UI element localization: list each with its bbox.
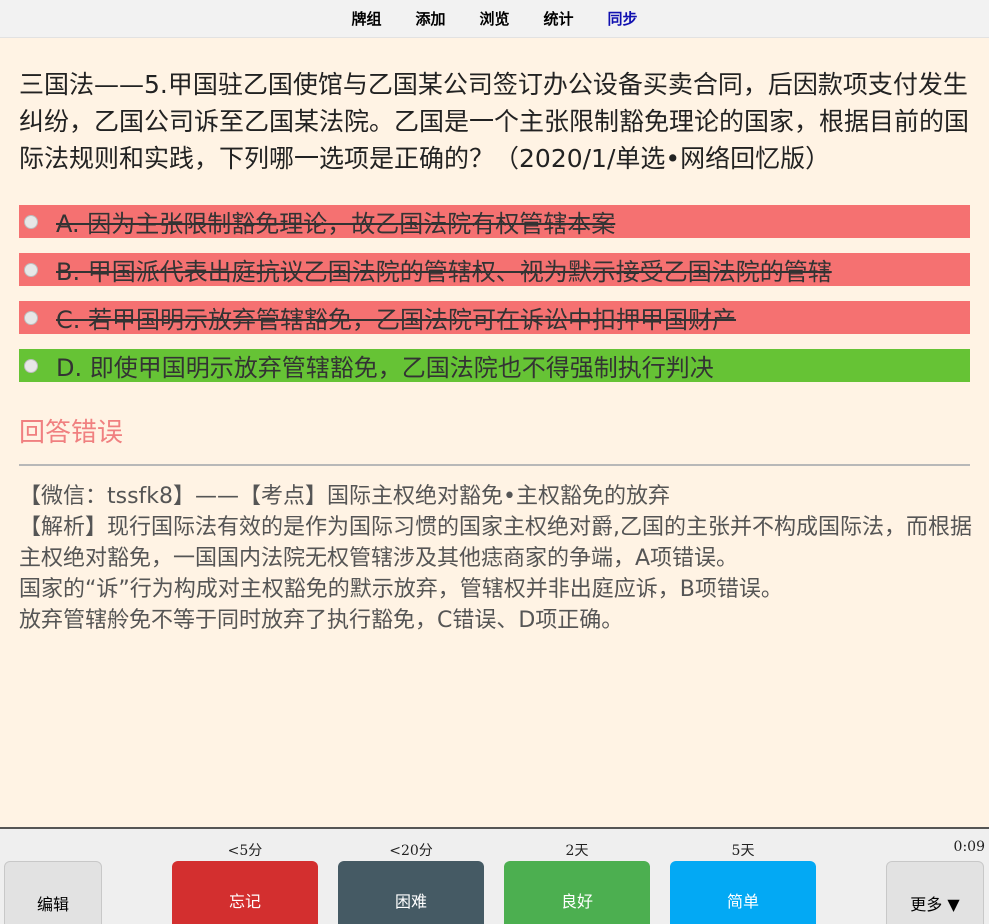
option-d-text: D. 即使甲国明示放弃管辖豁免，乙国法院也不得强制执行判决 bbox=[56, 354, 714, 382]
interval-label: <5分 bbox=[227, 843, 263, 859]
radio-icon[interactable] bbox=[24, 262, 38, 277]
card-content: 三国法——5.甲国驻乙国使馆与乙国某公司签订办公设备买卖合同，后因款项支付发生纠… bbox=[19, 66, 974, 636]
good-button[interactable]: 良好 bbox=[504, 861, 650, 924]
radio-icon[interactable] bbox=[24, 214, 38, 229]
option-a[interactable]: A. 因为主张限制豁免理论，故乙国法院有权管辖本案 bbox=[19, 205, 970, 238]
interval-label: <20分 bbox=[389, 843, 433, 859]
nav-decks[interactable]: 牌组 bbox=[334, 0, 398, 38]
option-c-text: C. 若甲国明示放弃管辖豁免，乙国法院可在诉讼中扣押甲国财产 bbox=[56, 306, 737, 334]
explanation: 【微信：tssfk8】——【考点】国际主权绝对豁免•主权豁免的放弃 【解析】现行… bbox=[19, 481, 974, 636]
option-c[interactable]: C. 若甲国明示放弃管辖豁免，乙国法院可在诉讼中扣押甲国财产 bbox=[19, 301, 970, 334]
answer-again: <5分 忘记 bbox=[172, 829, 318, 924]
option-d[interactable]: D. 即使甲国明示放弃管辖豁免，乙国法院也不得强制执行判决 bbox=[19, 349, 970, 382]
option-b[interactable]: B. 甲国派代表出庭抗议乙国法院的管辖权、视为默示接受乙国法院的管辖 bbox=[19, 253, 970, 286]
result-text: 回答错误 bbox=[19, 418, 124, 448]
option-a-text: A. 因为主张限制豁免理论，故乙国法院有权管辖本案 bbox=[56, 210, 616, 238]
again-button[interactable]: 忘记 bbox=[172, 861, 318, 924]
option-b-text: B. 甲国派代表出庭抗议乙国法院的管辖权、视为默示接受乙国法院的管辖 bbox=[56, 258, 832, 286]
nav-add[interactable]: 添加 bbox=[398, 0, 462, 38]
answer-hard: <20分 困难 bbox=[338, 829, 484, 924]
edit-button[interactable]: 编辑 bbox=[4, 861, 102, 924]
explanation-line: 国家的“诉”行为构成对主权豁免的默示放弃，管辖权并非出庭应诉，B项错误。 bbox=[19, 577, 783, 602]
divider bbox=[19, 464, 970, 466]
interval-label: 2天 bbox=[565, 843, 589, 859]
answer-good: 2天 良好 bbox=[504, 829, 650, 924]
more-button[interactable]: 更多 ▼ bbox=[886, 861, 984, 924]
timer: 0:09 bbox=[953, 839, 985, 855]
top-nav: 牌组 添加 浏览 统计 同步 bbox=[0, 0, 989, 38]
nav-browse[interactable]: 浏览 bbox=[462, 0, 526, 38]
answer-easy: 5天 简单 bbox=[670, 829, 816, 924]
explanation-line: 【微信：tssfk8】——【考点】国际主权绝对豁免•主权豁免的放弃 bbox=[19, 484, 671, 509]
nav-sync[interactable]: 同步 bbox=[591, 0, 655, 38]
explanation-line: 放弃管辖舲免不等于同时放弃了执行豁免，C错误、D项正确。 bbox=[19, 608, 624, 633]
answer-bar: 编辑 <5分 忘记 <20分 困难 2天 良好 5天 简单 0:09 更多 ▼ bbox=[0, 827, 989, 924]
options-list: A. 因为主张限制豁免理论，故乙国法院有权管辖本案 B. 甲国派代表出庭抗议乙国… bbox=[19, 205, 974, 382]
explanation-line: 【解析】现行国际法有效的是作为国际习惯的国家主权绝对爵,乙国的主张并不构成国际法… bbox=[19, 515, 972, 571]
radio-icon[interactable] bbox=[24, 310, 38, 325]
interval-label: 5天 bbox=[731, 843, 755, 859]
nav-stats[interactable]: 统计 bbox=[527, 0, 591, 38]
question-text: 三国法——5.甲国驻乙国使馆与乙国某公司签订办公设备买卖合同，后因款项支付发生纠… bbox=[19, 70, 970, 173]
radio-icon[interactable] bbox=[24, 358, 38, 373]
easy-button[interactable]: 简单 bbox=[670, 861, 816, 924]
hard-button[interactable]: 困难 bbox=[338, 861, 484, 924]
